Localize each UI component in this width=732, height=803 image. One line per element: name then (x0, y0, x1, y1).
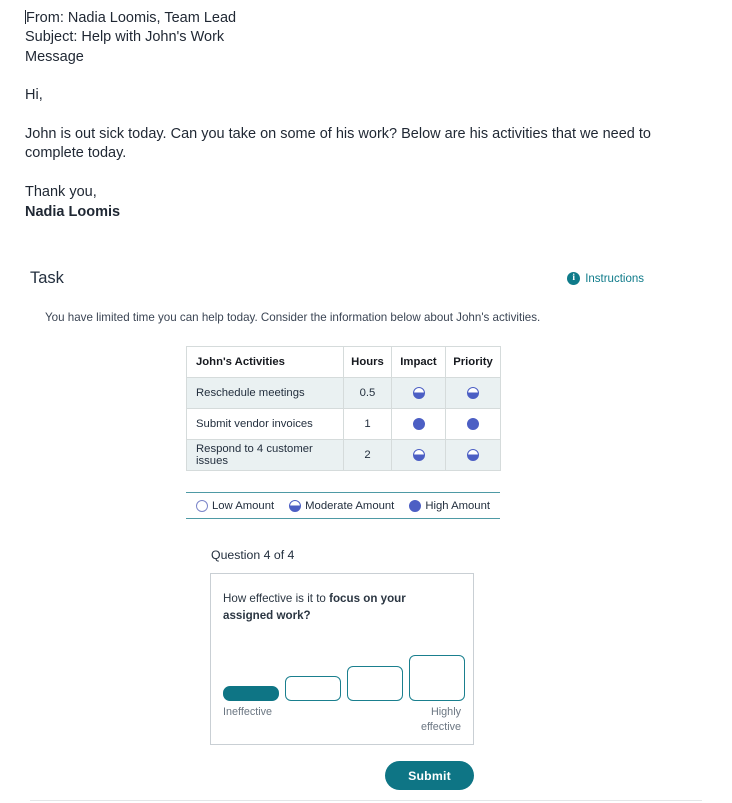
instructions-label: Instructions (585, 272, 644, 285)
legend-label: Low Amount (211, 499, 275, 512)
question-prompt-prefix: How effective is it to (223, 592, 330, 605)
cell-activity: Submit vendor invoices (186, 408, 344, 440)
cell-hours: 1 (343, 408, 392, 440)
impact-high-icon (412, 417, 425, 430)
email-body-paragraph: John is out sick today. Can you take on … (25, 125, 651, 162)
column-header-hours: Hours (343, 346, 392, 378)
email-signature: Nadia Loomis (25, 203, 121, 220)
legend-low-icon (195, 499, 208, 512)
page-title: Task (30, 269, 64, 287)
cell-impact (391, 408, 446, 440)
question-card: How effective is it to focus on your ass… (210, 573, 474, 745)
column-header-impact: Impact (391, 346, 446, 378)
amount-legend: Low Amount Moderate Amount High Amount (186, 492, 500, 519)
scale-label-high-line2: effective (420, 721, 461, 733)
cell-activity: Reschedule meetings (186, 377, 344, 409)
scale-label-high: Highly effective (371, 705, 461, 735)
activities-table: John's Activities Hours Impact Priority … (186, 346, 501, 471)
table-header: John's Activities Hours Impact Priority (186, 346, 501, 378)
question-counter: Question 4 of 4 (211, 548, 295, 562)
email-spacer-3 (25, 164, 665, 183)
legend-item-high: High Amount (409, 499, 491, 512)
priority-moderate-icon (467, 448, 479, 461)
scale-label-low: Ineffective (223, 706, 273, 718)
priority-high-icon (467, 417, 479, 430)
table-body: Reschedule meetings 0.5 Submit vendor invo… (186, 377, 501, 471)
cell-impact (391, 439, 446, 471)
legend-label: Moderate Amount (305, 499, 395, 512)
column-header-priority: Priority (445, 346, 501, 378)
impact-moderate-icon (412, 386, 425, 399)
email-spacer-1 (25, 67, 665, 86)
priority-moderate-icon (467, 386, 479, 399)
legend-moderate-icon (289, 499, 302, 512)
bottom-divider (30, 800, 702, 801)
email-greeting: Hi, (25, 87, 43, 104)
cell-hours: 0.5 (343, 377, 392, 409)
impact-moderate-icon (412, 448, 425, 461)
legend-item-low: Low Amount (195, 499, 275, 512)
cell-impact (391, 377, 446, 409)
email-from-line: From: Nadia Loomis, Team Lead (25, 9, 665, 28)
rating-option-3[interactable] (347, 666, 403, 701)
email-closing: Thank you, (25, 184, 97, 201)
cell-priority (445, 408, 501, 440)
legend-label: High Amount (425, 499, 491, 512)
table-row: Reschedule meetings 0.5 (186, 377, 501, 409)
rating-option-1[interactable] (223, 686, 279, 701)
table-row: Respond to 4 customer issues 2 (186, 439, 501, 471)
cell-hours: 2 (343, 439, 392, 471)
question-prompt: How effective is it to focus on your ass… (223, 590, 455, 624)
rating-option-2[interactable] (285, 676, 341, 701)
email-message-block: From: Nadia Loomis, Team Lead Subject: H… (25, 9, 665, 222)
column-header-activities: John's Activities (186, 346, 344, 378)
legend-item-moderate: Moderate Amount (289, 499, 395, 512)
legend-high-icon (409, 499, 422, 512)
email-from-text: From: Nadia Loomis, Team Lead (26, 10, 237, 26)
rating-option-4[interactable] (409, 655, 465, 701)
cell-priority (445, 377, 501, 409)
table-row: Submit vendor invoices 1 (186, 408, 501, 440)
email-spacer-2 (25, 105, 665, 124)
table-header-row: John's Activities Hours Impact Priority (186, 346, 501, 378)
instructions-link[interactable]: i Instructions (567, 272, 644, 285)
info-circle-icon: i (567, 272, 581, 285)
cell-activity: Respond to 4 customer issues (186, 439, 344, 471)
email-message-label: Message (25, 48, 84, 65)
cell-priority (445, 439, 501, 471)
email-subject-line: Subject: Help with John's Work (25, 29, 225, 46)
task-instruction-text: You have limited time you can help today… (45, 311, 541, 324)
rating-scale (223, 649, 465, 701)
scale-label-high-line1: Highly (430, 706, 461, 718)
submit-button[interactable]: Submit (385, 761, 474, 790)
